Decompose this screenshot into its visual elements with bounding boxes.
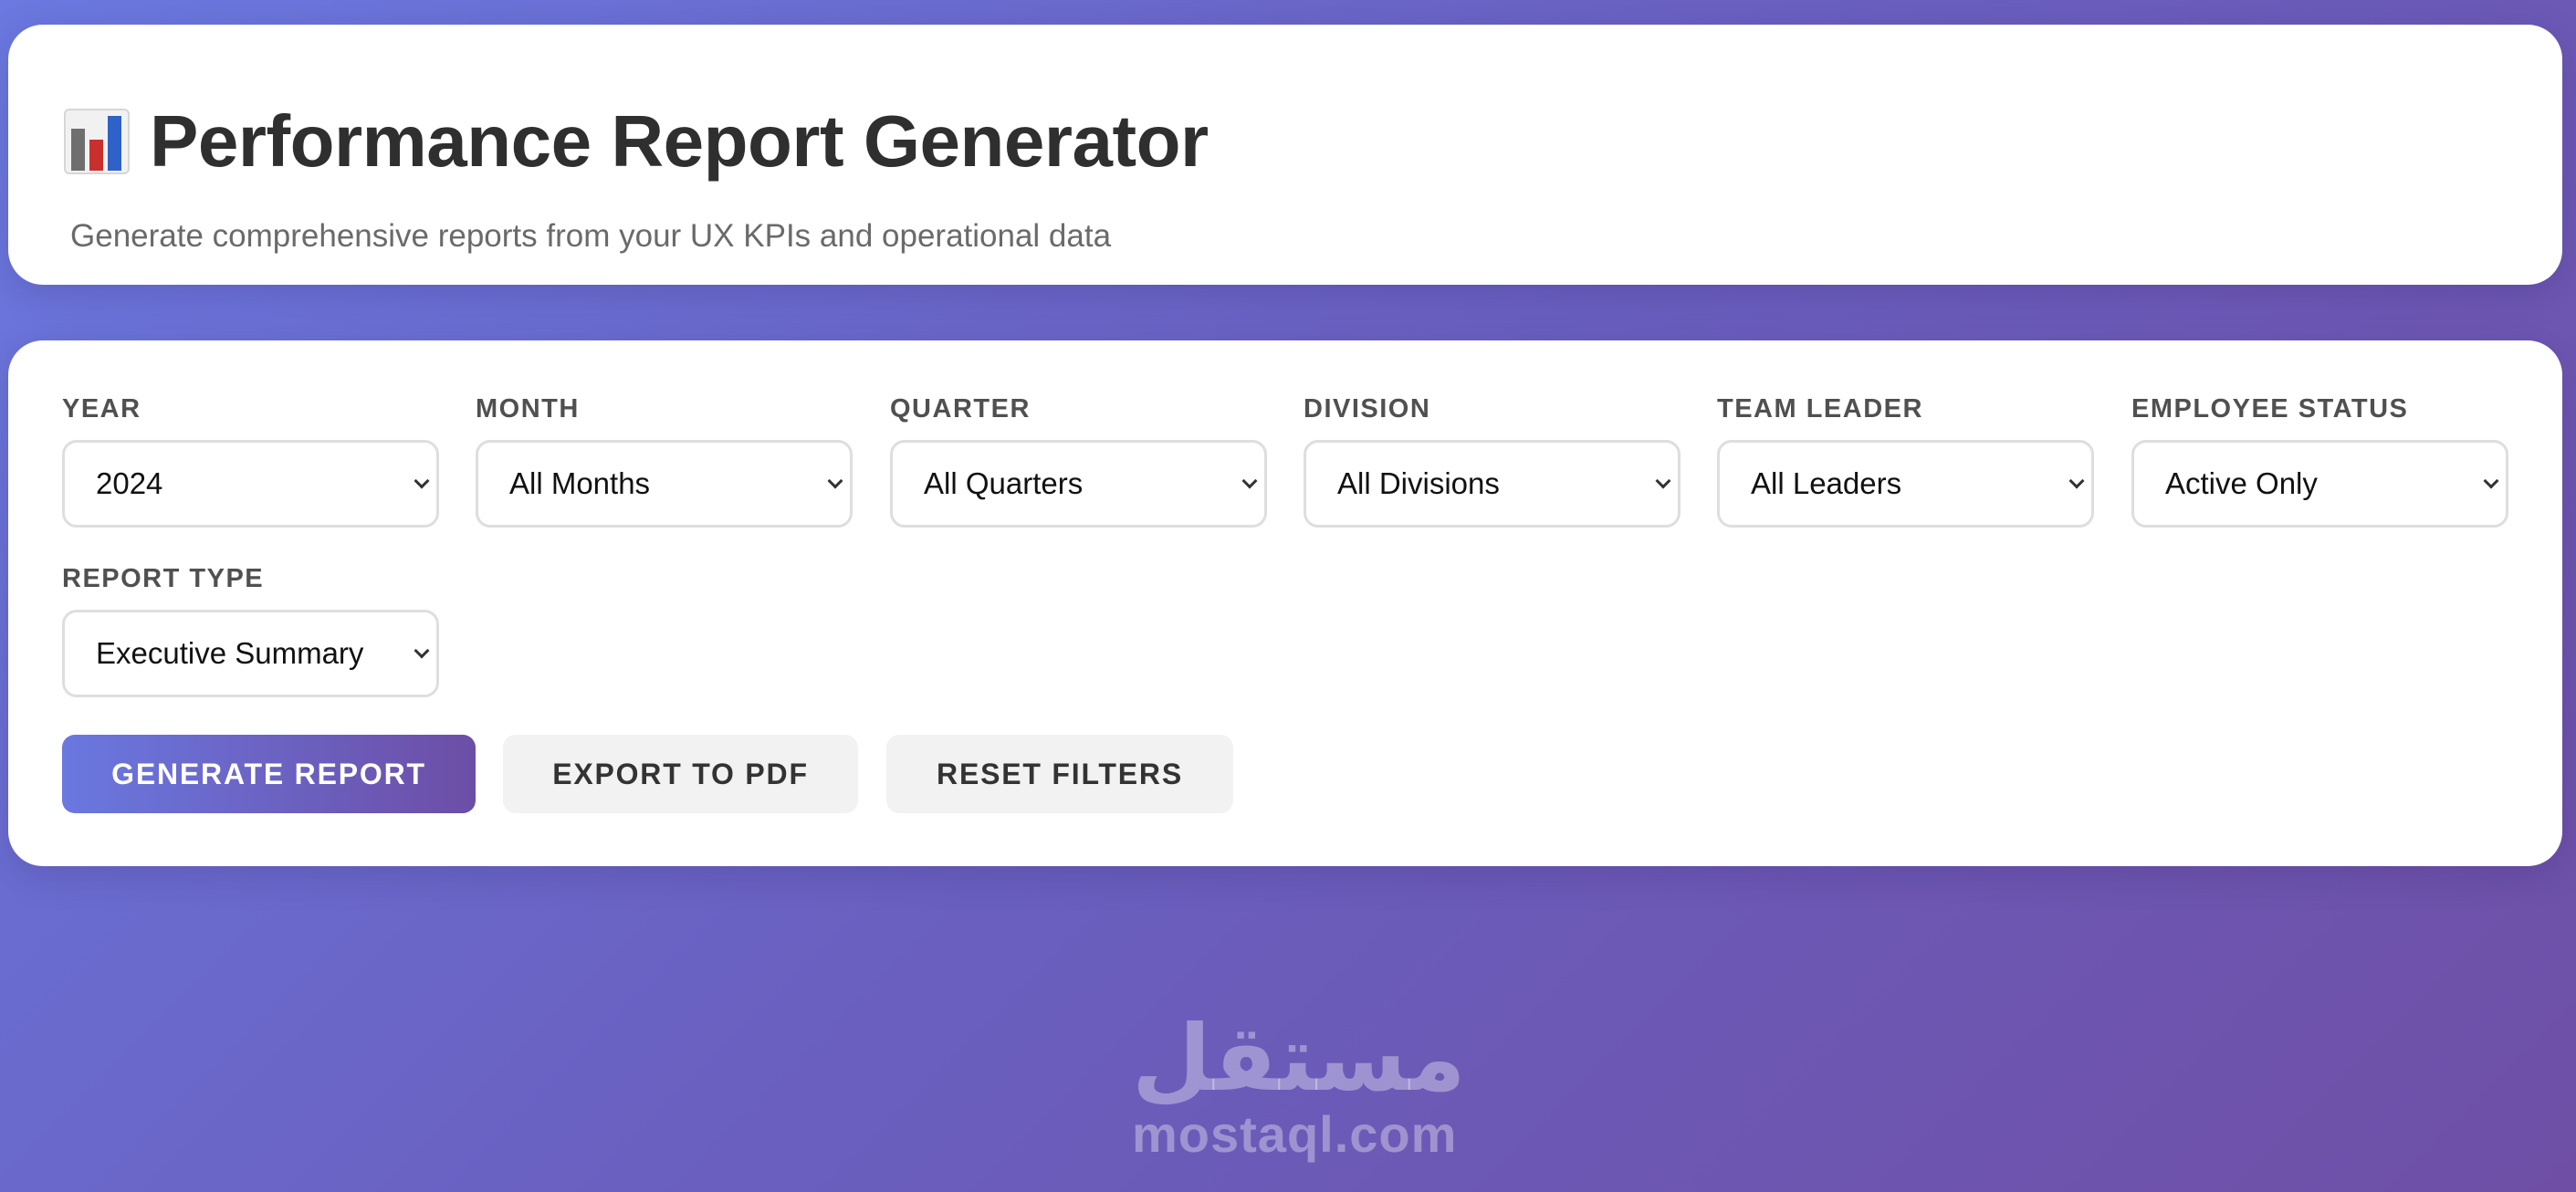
team-leader-label: TEAM LEADER (1717, 394, 1923, 423)
team-leader-select[interactable]: All Leaders (1717, 440, 2094, 528)
division-select[interactable]: All Divisions (1304, 440, 1681, 528)
chevron-down-icon (414, 473, 430, 489)
report-type-select[interactable]: Executive Summary (62, 610, 439, 697)
year-select-value: 2024 (96, 466, 163, 500)
quarter-select[interactable]: All Quarters (890, 440, 1267, 528)
month-label: MONTH (476, 394, 580, 423)
division-field: DIVISION All Divisions (1304, 393, 1681, 528)
team-leader-select-value: All Leaders (1751, 466, 1902, 500)
month-field: MONTH All Months (476, 393, 853, 528)
page-title: Performance Report Generator (150, 100, 1209, 182)
team-leader-field: TEAM LEADER All Leaders (1717, 393, 2094, 528)
year-select[interactable]: 2024 (62, 440, 439, 528)
quarter-select-value: All Quarters (924, 466, 1084, 500)
chevron-down-icon (2483, 473, 2499, 489)
filter-card: YEAR 2024 MONTH All Months QUARTER All Q… (8, 340, 2562, 866)
chevron-down-icon (2068, 473, 2085, 489)
watermark-logo: مستقل mostaql.com (1132, 1005, 1466, 1164)
division-label: DIVISION (1304, 394, 1431, 423)
generate-report-button[interactable]: GENERATE REPORT (62, 735, 476, 813)
employee-status-select-value: Active Only (2165, 466, 2318, 500)
export-pdf-button[interactable]: EXPORT TO PDF (503, 735, 858, 813)
month-select[interactable]: All Months (476, 440, 853, 528)
year-label: YEAR (62, 394, 141, 423)
month-select-value: All Months (509, 466, 651, 500)
chevron-down-icon (1655, 473, 1671, 489)
watermark-latin: mostaql.com (1132, 1105, 1458, 1163)
employee-status-label: EMPLOYEE STATUS (2131, 394, 2409, 423)
header-card: Performance Report Generator Generate co… (8, 25, 2562, 285)
reset-filters-button[interactable]: RESET FILTERS (886, 735, 1233, 813)
bar-chart-icon (62, 105, 131, 178)
report-type-label: REPORT TYPE (62, 564, 265, 593)
page-subtitle: Generate comprehensive reports from your… (70, 218, 1112, 254)
employee-status-select[interactable]: Active Only (2131, 440, 2508, 528)
employee-status-field: EMPLOYEE STATUS Active Only (2131, 393, 2508, 528)
chevron-down-icon (827, 473, 843, 489)
quarter-label: QUARTER (890, 394, 1031, 423)
division-select-value: All Divisions (1337, 466, 1500, 500)
chevron-down-icon (414, 643, 430, 659)
report-type-field: REPORT TYPE Executive Summary (62, 563, 439, 697)
chevron-down-icon (1241, 473, 1258, 489)
quarter-field: QUARTER All Quarters (890, 393, 1267, 528)
title-row: Performance Report Generator (62, 105, 1209, 178)
year-field: YEAR 2024 (62, 393, 439, 528)
report-type-select-value: Executive Summary (96, 636, 364, 670)
watermark-arabic: مستقل (1132, 1005, 1466, 1112)
